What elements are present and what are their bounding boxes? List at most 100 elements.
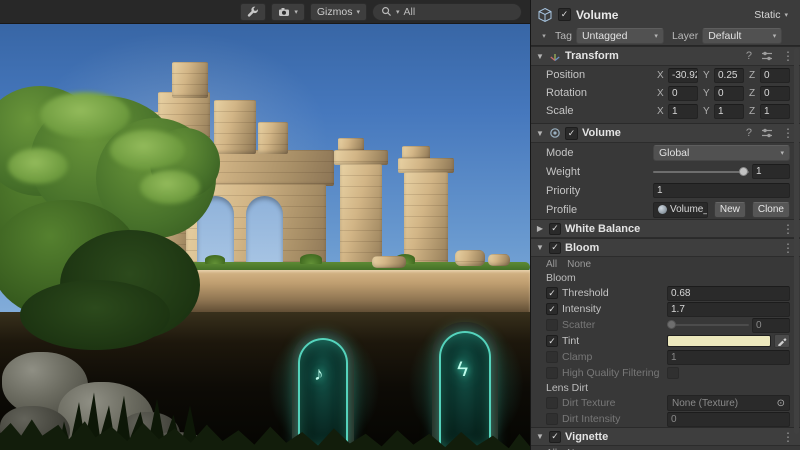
- object-picker-icon[interactable]: ⊙: [777, 398, 785, 409]
- scale-y-field[interactable]: 1: [714, 104, 744, 119]
- tree-highlight: [8, 148, 68, 184]
- icon-dropdown-caret[interactable]: ▾: [537, 32, 551, 40]
- camera-button[interactable]: ▾: [271, 3, 305, 21]
- gameobject-cube-icon[interactable]: [537, 7, 553, 23]
- position-y-field[interactable]: 0.25: [714, 68, 744, 83]
- dirt-texture-row: Dirt Texture None (Texture) ⊙: [531, 395, 800, 411]
- ruin-block: [214, 100, 256, 154]
- tools-button[interactable]: [240, 3, 266, 21]
- z-axis-label: Z: [749, 106, 758, 117]
- dirt-intensity-override-checkbox[interactable]: [546, 413, 558, 425]
- tint-swatch[interactable]: [667, 335, 771, 347]
- slider-thumb[interactable]: [739, 167, 748, 176]
- presets-icon[interactable]: [761, 127, 773, 139]
- rotation-y-field[interactable]: 0: [714, 86, 744, 101]
- transform-header[interactable]: ▼ Transform ? ⋮: [531, 46, 800, 66]
- more-menu-icon[interactable]: ⋮: [782, 223, 794, 235]
- priority-field[interactable]: 1: [653, 183, 790, 198]
- more-menu-icon[interactable]: ⋮: [782, 242, 794, 254]
- inspector-scrollbar[interactable]: [794, 48, 799, 434]
- scale-x-field[interactable]: 1: [668, 104, 698, 119]
- threshold-field[interactable]: 0.68: [667, 286, 790, 301]
- search-icon: [381, 6, 392, 17]
- foldout-open-icon[interactable]: ▼: [535, 129, 545, 138]
- dirt-texture-label: Dirt Texture: [562, 397, 663, 409]
- clamp-field[interactable]: 1: [667, 350, 790, 365]
- presets-icon[interactable]: [761, 50, 773, 62]
- slider-thumb[interactable]: [667, 320, 676, 329]
- rotation-row: Rotation X 0 Y 0 Z 0: [531, 84, 800, 102]
- dirt-texture-value: None (Texture): [672, 398, 738, 409]
- static-dropdown[interactable]: Static ▾: [754, 9, 794, 21]
- mode-dropdown[interactable]: Global ▾: [653, 145, 790, 161]
- rotation-z-field[interactable]: 0: [760, 86, 790, 101]
- dirt-texture-field[interactable]: None (Texture) ⊙: [667, 395, 790, 411]
- hq-filtering-override-checkbox[interactable]: [546, 367, 558, 379]
- priority-label: Priority: [546, 185, 653, 197]
- scale-z-field[interactable]: 1: [760, 104, 790, 119]
- bloom-checkbox[interactable]: ✓: [549, 242, 561, 254]
- y-axis-label: Y: [703, 88, 712, 99]
- position-z-field[interactable]: 0: [760, 68, 790, 83]
- gizmos-dropdown[interactable]: Gizmos ▾: [310, 3, 367, 21]
- static-label: Static: [754, 9, 780, 21]
- more-menu-icon[interactable]: ⋮: [782, 127, 794, 139]
- scatter-field[interactable]: 0: [752, 318, 790, 333]
- foldout-open-icon[interactable]: ▼: [535, 243, 545, 252]
- foldout-closed-icon[interactable]: ▶: [535, 224, 545, 233]
- layer-label: Layer: [672, 30, 698, 42]
- tint-override-checkbox[interactable]: ✓: [546, 335, 558, 347]
- threshold-override-checkbox[interactable]: ✓: [546, 287, 558, 299]
- weight-field[interactable]: 1: [752, 164, 790, 179]
- profile-value: Volume_Gl: [670, 204, 708, 215]
- inspector-panel: ✓ Volume Static ▾ ▾ Tag Untagged ▾ Layer…: [530, 0, 800, 450]
- all-link[interactable]: All: [546, 259, 557, 270]
- chevron-down-icon: ▾: [396, 8, 400, 16]
- more-menu-icon[interactable]: ⋮: [782, 50, 794, 62]
- vignette-checkbox[interactable]: ✓: [549, 431, 561, 443]
- tag-dropdown[interactable]: Untagged ▾: [576, 28, 664, 44]
- layer-dropdown[interactable]: Default ▾: [702, 28, 782, 44]
- none-link[interactable]: None: [567, 259, 591, 270]
- white-balance-checkbox[interactable]: ✓: [549, 223, 561, 235]
- weight-slider[interactable]: [653, 164, 749, 180]
- volume-enabled-checkbox[interactable]: ✓: [565, 127, 578, 140]
- intensity-override-checkbox[interactable]: ✓: [546, 303, 558, 315]
- volume-component-header[interactable]: ▼ ✓ Volume ? ⋮: [531, 123, 800, 143]
- dirt-intensity-label: Dirt Intensity: [562, 413, 663, 425]
- vignette-header[interactable]: ▼ ✓ Vignette ⋮: [531, 427, 800, 446]
- more-menu-icon[interactable]: ⋮: [782, 431, 794, 443]
- profile-object-field[interactable]: Volume_Gl ⊙: [653, 202, 708, 218]
- transform-title: Transform: [565, 50, 619, 62]
- scatter-override-checkbox[interactable]: [546, 319, 558, 331]
- clone-profile-button[interactable]: Clone: [752, 202, 790, 218]
- eyedropper-button[interactable]: [774, 334, 790, 348]
- bloom-header[interactable]: ▼ ✓ Bloom ⋮: [531, 238, 800, 257]
- z-axis-label: Z: [749, 88, 758, 99]
- tree-canopy-shadow: [20, 280, 170, 350]
- intensity-field[interactable]: 1.7: [667, 302, 790, 317]
- column-capital: [398, 158, 454, 173]
- active-checkbox[interactable]: ✓: [558, 8, 571, 21]
- position-x-field[interactable]: -30.92: [668, 68, 698, 83]
- rune-right: ϟ: [457, 358, 468, 382]
- ruin-block: [258, 122, 288, 154]
- help-icon[interactable]: ?: [746, 51, 752, 62]
- scene-view[interactable]: ♪ ϟ: [0, 0, 530, 450]
- volume-component-icon: [549, 127, 561, 139]
- rotation-x-field[interactable]: 0: [668, 86, 698, 101]
- scatter-slider[interactable]: [667, 317, 749, 333]
- new-profile-button[interactable]: New: [714, 202, 746, 218]
- clamp-override-checkbox[interactable]: [546, 351, 558, 363]
- white-balance-header[interactable]: ▶ ✓ White Balance ⋮: [531, 219, 800, 238]
- intensity-row: ✓ Intensity 1.7: [531, 301, 800, 317]
- foldout-open-icon[interactable]: ▼: [535, 432, 545, 441]
- help-icon[interactable]: ?: [746, 128, 752, 139]
- scene-search-field[interactable]: ▾ All: [372, 3, 522, 21]
- gameobject-name: Volume: [576, 8, 618, 22]
- dirt-texture-override-checkbox[interactable]: [546, 397, 558, 409]
- dirt-intensity-field[interactable]: 0: [667, 412, 790, 427]
- foldout-open-icon[interactable]: ▼: [535, 52, 545, 61]
- hq-filtering-checkbox[interactable]: [667, 367, 679, 379]
- scale-label: Scale: [546, 105, 652, 117]
